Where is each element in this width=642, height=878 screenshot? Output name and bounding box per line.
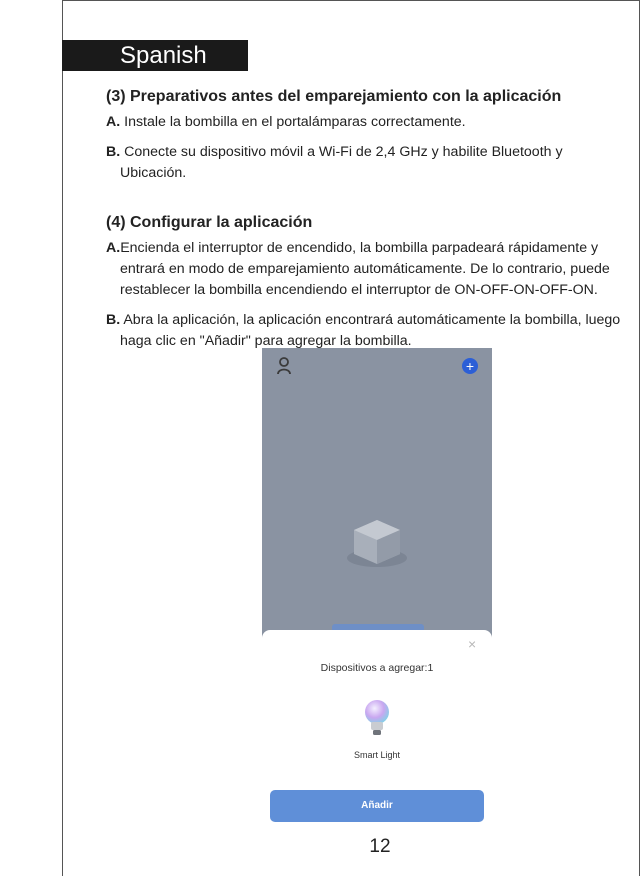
app-background: + <box>262 348 492 638</box>
item-marker: A. <box>106 114 121 130</box>
item-marker: B. <box>106 312 121 328</box>
section-3: (3) Preparativos antes del emparejamient… <box>106 88 626 184</box>
section-3-item-a: A. Instale la bombilla en el portalámpar… <box>106 112 626 133</box>
user-icon <box>277 357 291 375</box>
app-background-text <box>262 600 492 609</box>
item-text: Instale la bombilla en el portalámparas … <box>120 114 466 130</box>
device-name: Smart Light <box>353 750 401 760</box>
app-screenshot: + × Dispositivos a agregar:1 Smart Light… <box>262 348 492 826</box>
item-text: Conecte su dispositivo móvil a Wi-Fi de … <box>120 144 563 181</box>
smart-bulb-icon <box>365 700 389 735</box>
item-text: Encienda el interruptor de encendido, la… <box>120 240 610 298</box>
sheet-title: Dispositivos a agregar:1 <box>320 662 434 674</box>
gateway-device-icon <box>347 520 407 567</box>
section-4: (4) Configurar la aplicación A.Encienda … <box>106 214 626 352</box>
close-icon[interactable]: × <box>468 636 476 652</box>
page-number: 12 <box>369 836 391 857</box>
section-4-item-b: B. Abra la aplicación, la aplicación enc… <box>106 310 626 352</box>
section-4-item-a: A.Encienda el interruptor de encendido, … <box>106 238 626 301</box>
add-button[interactable]: Añadir <box>270 790 484 822</box>
item-marker: B. <box>106 144 121 160</box>
add-device-sheet: × Dispositivos a agregar:1 Smart Light A… <box>262 630 492 826</box>
section-3-heading: (3) Preparativos antes del emparejamient… <box>106 88 562 105</box>
section-4-heading: (4) Configurar la aplicación <box>106 214 313 231</box>
language-tab: Spanish <box>62 40 248 71</box>
add-device-icon[interactable]: + <box>462 358 478 374</box>
item-marker: A. <box>106 240 121 256</box>
section-3-item-b: B. Conecte su dispositivo móvil a Wi-Fi … <box>106 142 626 184</box>
item-text: Abra la aplicación, la aplicación encont… <box>120 312 621 349</box>
